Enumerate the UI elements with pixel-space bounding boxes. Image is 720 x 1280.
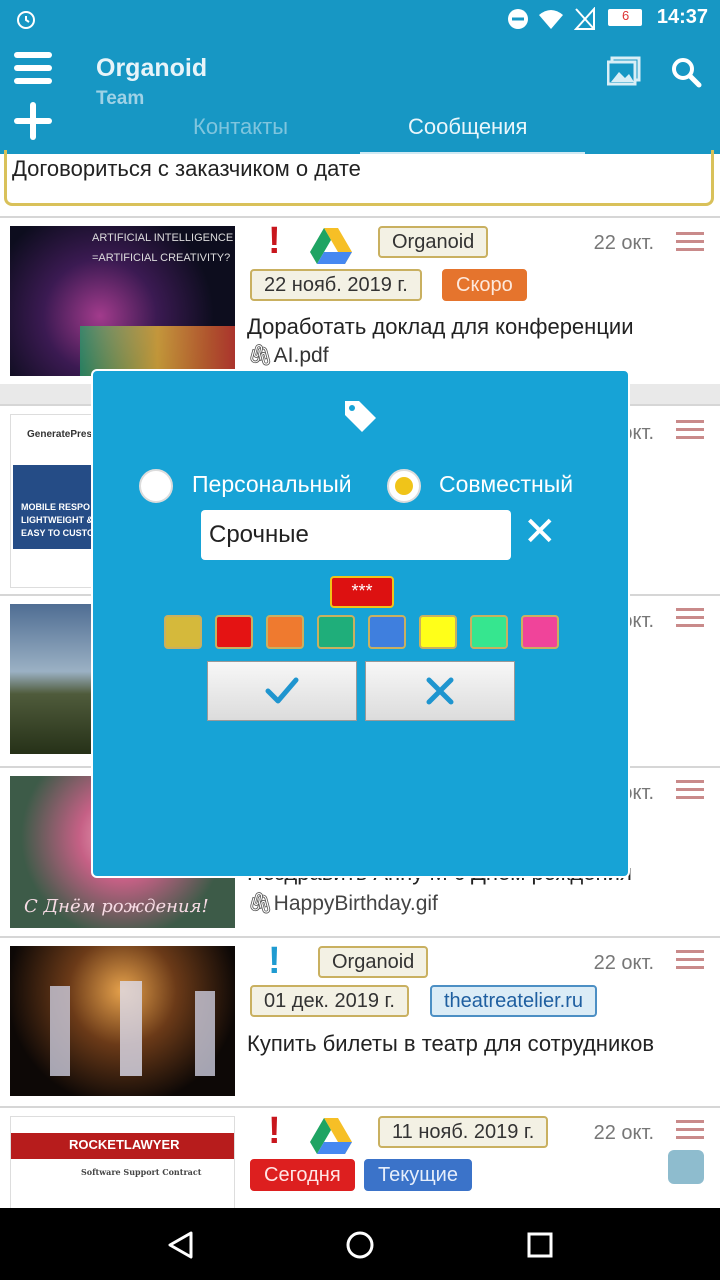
alarm-icon	[17, 11, 35, 29]
color-swatch[interactable]	[266, 615, 304, 649]
tag-chip[interactable]: Organoid	[318, 946, 429, 978]
item-title: Договориться с заказчиком о дате	[12, 156, 361, 181]
clock: 14:37	[656, 6, 708, 28]
tab-contacts[interactable]: Контакты	[193, 114, 288, 140]
tab-messages[interactable]: Сообщения	[408, 114, 527, 140]
confirm-button[interactable]	[207, 661, 357, 721]
wifi-icon	[539, 10, 563, 29]
color-swatch[interactable]	[368, 615, 406, 649]
thumbnail-caption: GeneratePress	[27, 429, 98, 440]
color-swatch[interactable]	[521, 615, 559, 649]
priority-high-icon: !	[268, 1110, 281, 1152]
recents-icon[interactable]	[526, 1231, 554, 1259]
due-date-chip[interactable]: 01 дек. 2019 г.	[250, 985, 409, 1017]
signal-icon	[574, 7, 595, 30]
priority-badge[interactable]: ***	[330, 576, 394, 608]
item-title: Купить билеты в театр для сотрудников	[247, 1031, 655, 1056]
gallery-icon[interactable]	[607, 56, 641, 86]
drag-handle-icon[interactable]	[676, 608, 704, 632]
hamburger-menu-icon[interactable]	[14, 52, 52, 86]
back-icon[interactable]	[166, 1230, 196, 1260]
google-drive-icon	[310, 1118, 352, 1154]
item-thumbnail: ROCKETLAWYER Software Support Contract	[10, 1116, 235, 1210]
radio-personal[interactable]	[139, 469, 173, 503]
chat-icon[interactable]	[668, 1150, 704, 1184]
attachment[interactable]: 🖇AI.pdf	[247, 344, 329, 368]
battery-icon: 6	[608, 8, 642, 26]
radio-shared[interactable]	[387, 469, 421, 503]
status-chip[interactable]: Скоро	[442, 269, 527, 301]
list-item[interactable]: ROCKETLAWYER Software Support Contract !…	[0, 1106, 720, 1210]
drag-handle-icon[interactable]	[676, 950, 704, 974]
cancel-button[interactable]	[365, 661, 515, 721]
list-item[interactable]: ! Organoid 22 окт. 01 дек. 2019 г. theat…	[0, 936, 720, 1106]
color-swatch[interactable]	[470, 615, 508, 649]
thumbnail-caption: =ARTIFICIAL CREATIVITY?	[92, 252, 231, 264]
paperclip-icon: 🖇	[247, 892, 274, 915]
color-swatch[interactable]	[215, 615, 253, 649]
tag-icon	[345, 401, 376, 432]
priority-medium-icon: !	[268, 940, 281, 982]
home-icon[interactable]	[345, 1230, 375, 1260]
item-date: 22 окт.	[593, 1122, 654, 1144]
radio-shared-label[interactable]: Совместный	[439, 471, 573, 498]
thumbnail-caption: С Днём рождения!	[24, 896, 209, 917]
list-item[interactable]: Договориться с заказчиком о дате	[0, 150, 720, 216]
app-title: Organoid	[96, 54, 208, 82]
system-nav-bar	[0, 1208, 720, 1280]
due-date-chip[interactable]: 22 нояб. 2019 г.	[250, 269, 422, 301]
status-chip[interactable]: Сегодня	[250, 1159, 355, 1191]
google-drive-icon	[310, 228, 352, 264]
tag-chip[interactable]: Organoid	[378, 226, 489, 258]
item-thumbnail: ARTIFICIAL INTELLIGENCE =ARTIFICIAL CREA…	[10, 226, 235, 376]
color-swatch[interactable]	[164, 615, 202, 649]
link-chip[interactable]: theatreatelier.ru	[430, 985, 597, 1017]
paperclip-icon: 🖇	[247, 344, 274, 367]
priority-high-icon: !	[268, 220, 281, 262]
list-item[interactable]: ARTIFICIAL INTELLIGENCE =ARTIFICIAL CREA…	[0, 216, 720, 384]
app-bar: Organoid Team Контакты Сообщения	[0, 36, 720, 155]
tag-name-input[interactable]	[201, 510, 511, 560]
drag-handle-icon[interactable]	[676, 1120, 704, 1144]
item-date: 22 окт.	[593, 232, 654, 254]
color-swatch[interactable]	[317, 615, 355, 649]
drag-handle-icon[interactable]	[676, 420, 704, 444]
thumbnail-caption: MOBILE RESPO LIGHTWEIGHT & EASY TO CUSTO	[21, 502, 95, 538]
do-not-disturb-icon	[508, 9, 528, 29]
thumbnail-caption: Software Support Contract	[81, 1167, 202, 1177]
clear-input-icon[interactable]: ✕	[523, 507, 557, 557]
drag-handle-icon[interactable]	[676, 780, 704, 804]
item-thumbnail	[10, 946, 235, 1096]
due-date-chip[interactable]: 11 нояб. 2019 г.	[378, 1116, 549, 1148]
app-subtitle: Team	[96, 88, 145, 109]
radio-personal-label[interactable]: Персональный	[192, 471, 352, 498]
status-chip[interactable]: Текущие	[364, 1159, 472, 1191]
drag-handle-icon[interactable]	[676, 232, 704, 256]
close-icon	[426, 677, 454, 705]
attachment[interactable]: 🖇HappyBirthday.gif	[247, 892, 438, 916]
add-icon[interactable]	[14, 102, 52, 140]
thumbnail-caption: ARTIFICIAL INTELLIGENCE	[92, 232, 234, 244]
item-title: Доработать доклад для конференции	[247, 314, 634, 339]
search-icon[interactable]	[670, 56, 702, 88]
thumbnail-caption: ROCKETLAWYER	[69, 1137, 180, 1152]
item-date: 22 окт.	[593, 952, 654, 974]
check-icon	[265, 677, 299, 704]
status-bar: 6 14:37	[0, 0, 720, 36]
color-swatch[interactable]	[419, 615, 457, 649]
battery-level: 6	[622, 8, 630, 23]
tag-dialog: Персональный Совместный ✕ ***	[91, 369, 630, 878]
